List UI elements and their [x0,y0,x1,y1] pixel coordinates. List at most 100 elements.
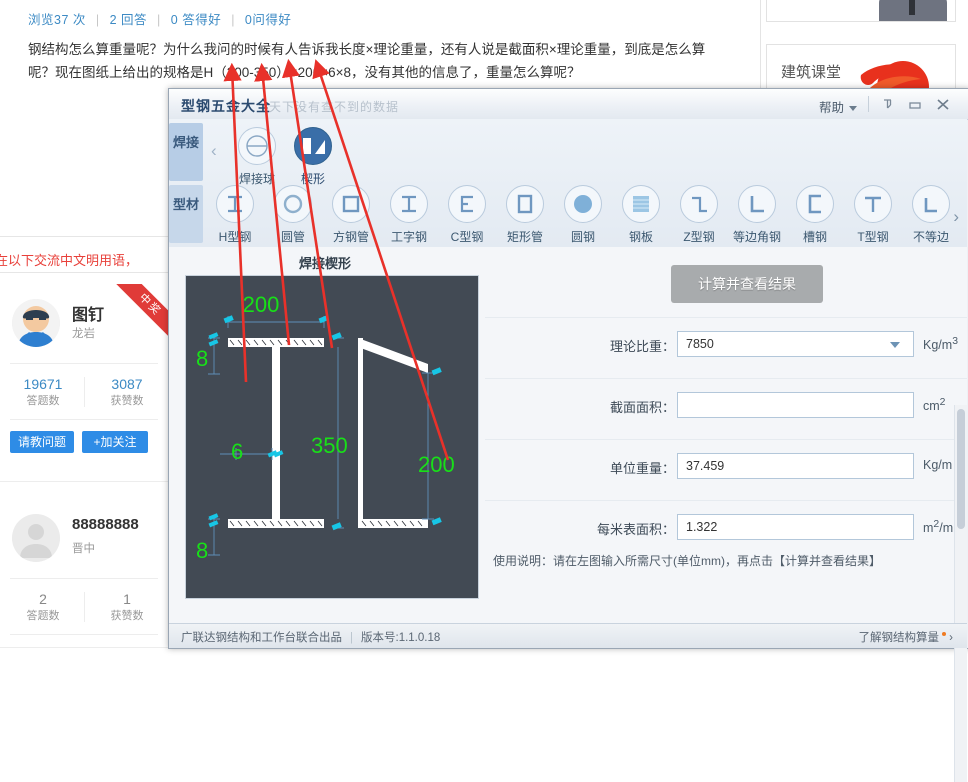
stat-answers: 19671 答题数 [10,375,76,409]
svg-text:350: 350 [311,433,348,458]
sidebar-tab-profile[interactable]: 型材 [169,185,203,243]
sidebar-tab-welding[interactable]: 焊接 [169,123,203,181]
nav-item-t-section[interactable]: T型钢 [847,185,899,245]
category-nav-panel: 焊接 型材 ‹ › 焊接球 楔形 H型钢 圆管 方钢管 工字钢 C型钢 矩形管 … [169,119,967,248]
nav-item-steel-plate[interactable]: 钢板 [615,185,667,245]
award-ribbon-label: 中奖 [111,284,169,344]
ask-question-button[interactable]: 请教问题 [10,431,74,453]
field-label: 每米表面积： [596,522,675,537]
nav-item-label: H型钢 [218,230,252,244]
card-divider-1 [10,578,158,579]
stats-separator-3: | [231,13,235,27]
pin-icon[interactable] [881,97,897,112]
user-name[interactable]: 图钉 [72,301,104,325]
close-icon[interactable] [935,97,951,112]
question-stats: 浏览37 次 | 2 回答 | 0 答得好 | 0问得好 [28,9,291,28]
unequal-angle-icon [912,185,950,223]
round-bar-icon [564,185,602,223]
unit-base: Kg/m [923,458,953,472]
unit-base: m [923,521,934,536]
person-illustration [877,0,949,21]
h-beam-icon [216,185,254,223]
nav-item-square-pipe[interactable]: 方钢管 [325,185,377,245]
round-pipe-icon [274,185,312,223]
nav-item-label: T型钢 [857,230,889,244]
chevron-right-icon: › [949,632,953,644]
nav-item-label: 圆管 [280,230,305,244]
nav-item-label: 工字钢 [390,230,427,244]
stat-likes: 1 获赞数 [94,590,160,624]
status-credits: 广联达钢结构和工作台联合出品 | 版本号:1.1.0.18 [181,632,441,644]
content-scrollbar[interactable] [954,405,967,782]
learn-more-label: 了解钢结构算量 [858,632,939,644]
card-divider-2 [10,419,158,420]
nav-item-label: C型钢 [450,230,484,244]
c-channel-icon [448,185,486,223]
nav-item-round-bar[interactable]: 圆钢 [557,185,609,245]
status-producer: 广联达钢结构和工作台联合出品 [181,632,342,644]
card-divider-2 [10,634,158,635]
answers-count: 2 回答 [109,13,148,27]
stat-likes-value: 1 [123,591,131,607]
ad-box-answer[interactable]: 为您解答 [766,0,956,22]
nav-item-welding-wedge[interactable]: 楔形 [287,127,339,187]
field-label: 单位重量： [609,461,675,476]
award-ribbon: 中奖 [109,284,169,344]
nav-item-label: 矩形管 [506,230,543,244]
diagram-title: 焊接楔形 [299,256,352,271]
stat-likes-value: 3087 [111,376,143,392]
unit-exponent: 2 [939,397,946,408]
section-area-input[interactable] [677,392,914,418]
stat-likes: 3087 获赞数 [94,375,160,409]
nav-item-channel[interactable]: 槽钢 [789,185,841,245]
surface-area-input[interactable] [677,514,914,540]
nav-item-rect-pipe[interactable]: 矩形管 [499,185,551,245]
titlebar-separator [868,96,869,112]
unit-weight-input[interactable] [677,453,914,479]
nav-item-equal-angle[interactable]: 等边角钢 [731,185,783,245]
nav-item-label: 钢板 [628,230,653,244]
good-answers-count: 0 答得好 [170,13,222,27]
nav-item-welding-sphere[interactable]: 焊接球 [231,127,283,187]
nav-item-h-beam[interactable]: H型钢 [209,185,261,245]
chevron-down-icon[interactable] [890,342,900,348]
nav-item-round-pipe[interactable]: 圆管 [267,185,319,245]
scrollbar-thumb[interactable] [957,409,965,529]
stat-answers-value: 2 [39,591,47,607]
field-label: 理论比重： [609,339,675,354]
prev-arrow-icon[interactable]: ‹ [211,141,217,161]
svg-text:6: 6 [231,439,243,464]
follow-button[interactable]: +加关注 [82,431,148,453]
stat-answers-value: 19671 [23,376,63,392]
svg-text:8: 8 [196,538,208,563]
section-diagram-canvas[interactable]: 200 8 8 6 350 200 [185,275,479,599]
new-badge-dot [941,632,946,637]
question-text: 钢结构怎么算重量呢？为什么我问的时候有人告诉我长度×理论重量，还有人说是截面积×… [28,42,706,80]
user-name[interactable]: 88888888 [72,516,139,533]
nav-item-unequal-angle[interactable]: 不等边 [905,185,957,245]
unit-suffix: /m [939,521,954,536]
user-location: 晋中 [72,543,95,555]
square-pipe-icon [332,185,370,223]
sphere-icon [238,127,276,165]
learn-more-link[interactable]: 了解钢结构算量 › [858,629,953,645]
window-titlebar: 型钢五金大全 天下没有查不到的数据 帮助 [169,89,968,120]
nav-item-z-section[interactable]: Z型钢 [673,185,725,245]
stat-likes-label: 获赞数 [110,610,144,622]
svg-text:200: 200 [243,292,280,317]
field-unit: Kg/m3 [923,336,958,352]
ad-title: 建筑课堂 [781,64,842,81]
field-unit: Kg/m [923,458,952,472]
answer-user-card-1: 中奖 图钉 龙岩 19671 答题数 3087 获赞数 请教问题 +加关注 [0,284,169,482]
steel-plate-icon [622,185,660,223]
avatar[interactable] [12,514,60,562]
help-menu[interactable]: 帮助 [819,97,857,116]
field-row-area: 截面面积： cm2 复制 [485,378,967,440]
minimize-icon[interactable] [907,97,923,112]
nav-item-i-beam[interactable]: 工字钢 [383,185,435,245]
calculate-button[interactable]: 计算并查看结果 [671,265,823,303]
density-input[interactable] [677,331,914,357]
avatar[interactable] [12,299,60,347]
nav-item-c-channel[interactable]: C型钢 [441,185,493,245]
chevron-down-icon [849,106,857,112]
